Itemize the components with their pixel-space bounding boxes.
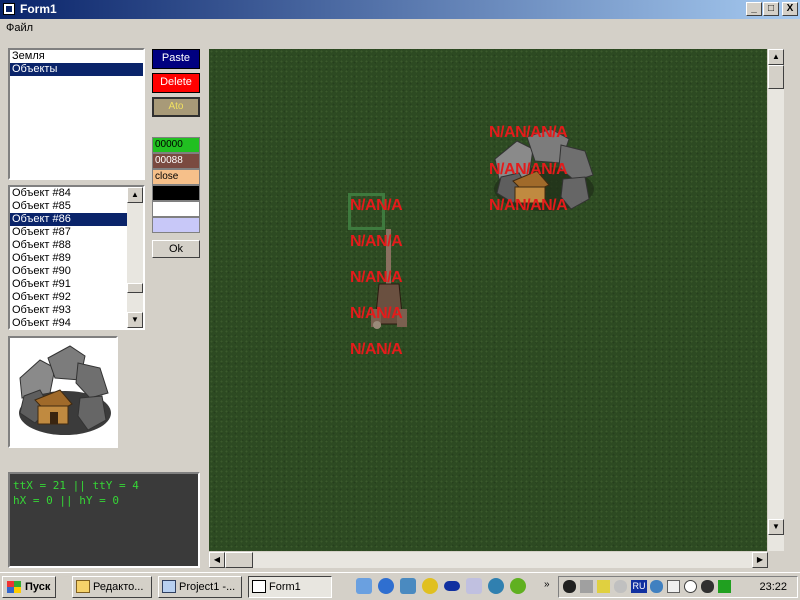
layers-listbox[interactable]: Земля Объекты bbox=[8, 48, 145, 180]
task-label: Редакто... bbox=[93, 581, 144, 593]
list-item[interactable]: Объект #93 bbox=[10, 304, 127, 317]
delete-button[interactable]: Delete bbox=[152, 73, 200, 93]
map-label: N/AN/A bbox=[350, 269, 403, 286]
folder-icon bbox=[76, 580, 90, 593]
paste-button[interactable]: Paste bbox=[152, 49, 200, 69]
title-bar: Form1 _ □ X bbox=[0, 0, 800, 19]
list-item[interactable]: Объект #89 bbox=[10, 252, 127, 265]
windows-flag-icon bbox=[7, 581, 21, 593]
taskbar: Пуск Редакто... Project1 -... Form1 » RU… bbox=[0, 572, 800, 600]
disk-icon[interactable] bbox=[444, 581, 460, 591]
monitor-icon[interactable] bbox=[718, 580, 731, 593]
bug-icon[interactable] bbox=[563, 580, 576, 593]
swatch-white[interactable] bbox=[152, 201, 200, 217]
map-vscrollbar[interactable]: ▲ ▼ bbox=[768, 49, 784, 551]
window-title: Form1 bbox=[20, 2, 57, 16]
scroll-thumb[interactable] bbox=[127, 283, 143, 293]
map-label: N/AN/AN/A bbox=[489, 197, 568, 214]
list-item[interactable]: Объект #87 bbox=[10, 226, 127, 239]
map-label: N/AN/A bbox=[350, 305, 403, 322]
ok-button[interactable]: Ok bbox=[152, 240, 200, 258]
task-form1[interactable]: Form1 bbox=[248, 576, 332, 598]
map-label: N/AN/AN/A bbox=[489, 161, 568, 178]
task-project[interactable]: Project1 -... bbox=[158, 576, 242, 598]
map-label: N/AN/A bbox=[350, 197, 403, 214]
layer-item-ground[interactable]: Земля bbox=[10, 50, 143, 63]
maximize-button[interactable]: □ bbox=[763, 2, 779, 16]
language-indicator[interactable]: RU bbox=[631, 580, 647, 593]
vb-project-icon bbox=[162, 580, 176, 593]
start-button[interactable]: Пуск bbox=[2, 576, 56, 598]
circle-icon[interactable] bbox=[684, 580, 697, 593]
swatch-brown[interactable]: 00088 bbox=[152, 153, 200, 169]
objects-listbox[interactable]: Объект #84 Объект #85 Объект #86 Объект … bbox=[8, 185, 145, 330]
scroll-right-arrow-icon[interactable]: ▶ bbox=[752, 552, 768, 568]
list-item[interactable]: Объект #91 bbox=[10, 278, 127, 291]
list-item[interactable]: Объект #94 bbox=[10, 317, 127, 328]
scroll-up-arrow-icon[interactable]: ▲ bbox=[127, 187, 143, 203]
document-icon[interactable] bbox=[667, 580, 680, 593]
menu-bar: Файл bbox=[0, 19, 800, 39]
search-icon[interactable] bbox=[422, 578, 438, 594]
task-explorer[interactable]: Редакто... bbox=[72, 576, 152, 598]
auto-button[interactable]: Ato bbox=[152, 97, 200, 117]
clock[interactable]: 23:22 bbox=[759, 581, 787, 593]
list-item[interactable]: Объект #90 bbox=[10, 265, 127, 278]
list-item-selected[interactable]: Объект #86 bbox=[10, 213, 127, 226]
task-label: Form1 bbox=[269, 581, 301, 593]
swatch-lavender[interactable] bbox=[152, 217, 200, 233]
globe-icon[interactable] bbox=[650, 580, 663, 593]
map-hscrollbar[interactable]: ◀ ▶ bbox=[209, 552, 768, 568]
app-icon-blue[interactable] bbox=[488, 578, 504, 594]
list-item[interactable]: Объект #88 bbox=[10, 239, 127, 252]
app-icon[interactable] bbox=[3, 3, 15, 15]
map-label: N/AN/AN/A bbox=[489, 124, 568, 141]
swatch-black[interactable] bbox=[152, 185, 200, 201]
rock-hut-preview-image bbox=[19, 345, 111, 435]
list-item[interactable]: Объект #84 bbox=[10, 187, 127, 200]
map-label: N/AN/A bbox=[350, 341, 403, 358]
tool-icon[interactable] bbox=[466, 578, 482, 594]
map-canvas[interactable]: N/AN/AN/A N/AN/AN/A N/AN/AN/A N/AN/A N/A… bbox=[209, 49, 767, 551]
coordinates-console: ttX = 21 || ttY = 4 hX = 0 || hY = 0 bbox=[8, 472, 200, 568]
scroll-thumb[interactable] bbox=[768, 65, 784, 89]
objects-scrollbar[interactable]: ▲ ▼ bbox=[127, 187, 143, 328]
scroll-up-arrow-icon[interactable]: ▲ bbox=[768, 49, 784, 65]
gear-icon[interactable] bbox=[701, 580, 714, 593]
close-button[interactable]: X bbox=[782, 2, 798, 16]
system-tray: RU 23:22 bbox=[558, 576, 798, 598]
layer-item-objects[interactable]: Объекты bbox=[10, 63, 143, 76]
swatch-peach[interactable]: close bbox=[152, 169, 200, 185]
console-line-hover: hX = 0 || hY = 0 bbox=[13, 494, 119, 507]
form-icon bbox=[252, 580, 266, 593]
pencil-icon[interactable] bbox=[614, 580, 627, 593]
object-preview bbox=[8, 336, 118, 448]
console-line-tile: ttX = 21 || ttY = 4 bbox=[13, 479, 139, 492]
app-icon-green[interactable] bbox=[510, 578, 526, 594]
desktop-icon[interactable] bbox=[356, 578, 372, 594]
scroll-left-arrow-icon[interactable]: ◀ bbox=[209, 552, 225, 568]
chevron-icon[interactable]: » bbox=[544, 579, 550, 590]
list-item[interactable]: Объект #85 bbox=[10, 200, 127, 213]
scroll-down-arrow-icon[interactable]: ▼ bbox=[127, 312, 143, 328]
task-label: Project1 -... bbox=[179, 581, 236, 593]
minimize-button[interactable]: _ bbox=[746, 2, 762, 16]
scroll-thumb[interactable] bbox=[225, 552, 253, 568]
volume-icon[interactable] bbox=[580, 580, 593, 593]
start-label: Пуск bbox=[25, 581, 51, 593]
swatch-green[interactable]: 00000 bbox=[152, 137, 200, 153]
ie-icon[interactable] bbox=[378, 578, 394, 594]
scroll-down-arrow-icon[interactable]: ▼ bbox=[768, 519, 784, 535]
map-label: N/AN/A bbox=[350, 233, 403, 250]
menu-file[interactable]: Файл bbox=[6, 22, 33, 34]
network-icon[interactable] bbox=[400, 578, 416, 594]
list-item[interactable]: Объект #92 bbox=[10, 291, 127, 304]
pen-icon[interactable] bbox=[597, 580, 610, 593]
